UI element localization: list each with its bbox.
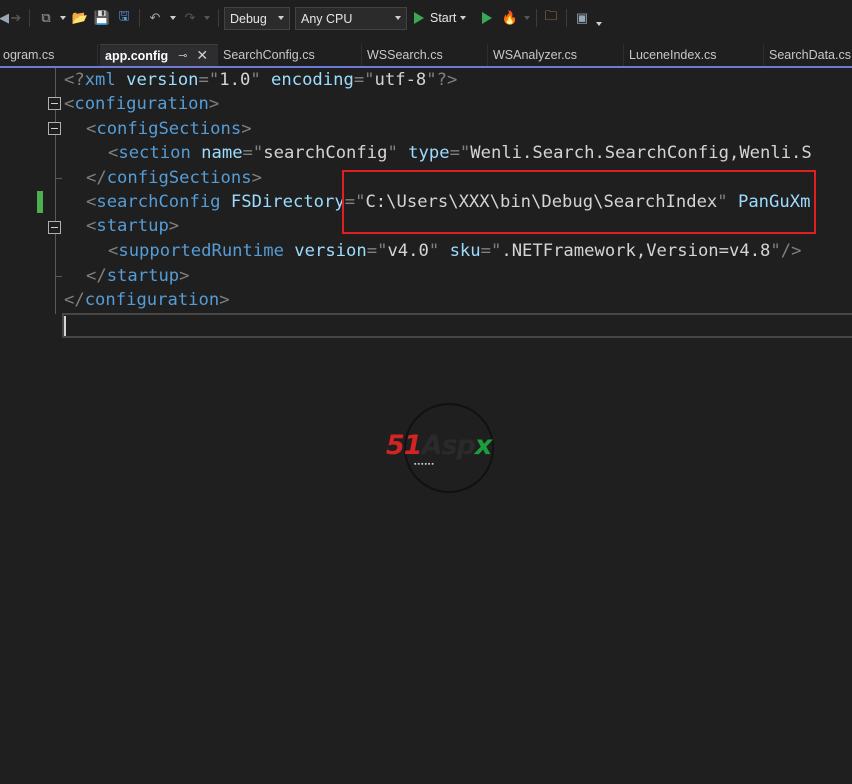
hot-reload-icon[interactable]: 🔥 — [500, 6, 520, 30]
code-line-3: <configSections> — [86, 119, 252, 139]
code-line-7: <startup> — [86, 216, 180, 236]
new-project-icon[interactable]: ⧉ — [36, 6, 56, 30]
code-line-4: <section name="searchConfig" type="Wenli… — [108, 143, 812, 163]
hot-reload-dropdown[interactable] — [520, 6, 530, 30]
redo-icon[interactable]: ↷ — [180, 6, 200, 30]
toolbar-overflow-button[interactable] — [592, 12, 602, 36]
toolbar-separator — [566, 9, 567, 27]
code-line-5: </configSections> — [86, 168, 262, 188]
tab-label: SearchConfig.cs — [223, 48, 315, 62]
current-line-highlight — [62, 313, 852, 338]
pin-icon[interactable]: ⊸ — [178, 49, 187, 62]
chevron-down-icon — [204, 16, 210, 20]
start-without-debugging-icon[interactable] — [482, 12, 492, 24]
tab-searchdata-cs[interactable]: SearchData.cs — [764, 44, 852, 66]
play-icon — [414, 12, 424, 24]
toolbar-separator — [218, 9, 219, 27]
annotation-highlight-box — [342, 170, 816, 234]
chevron-down-icon — [278, 16, 284, 20]
tab-label: SearchData.cs — [769, 48, 851, 62]
code-line-1: <?xml version="1.0" encoding="utf-8"?> — [64, 70, 458, 90]
tab-wssearch-cs[interactable]: WSSearch.cs — [362, 44, 488, 66]
watermark-logo: 51Aspx ▪▪▪▪▪▪ — [386, 403, 512, 493]
tab-label: WSSearch.cs — [367, 48, 443, 62]
solution-platform-select[interactable]: Any CPU — [295, 7, 407, 30]
chevron-down-icon — [60, 16, 66, 20]
code-line-2: <configuration> — [64, 94, 220, 114]
toolbar-separator — [139, 9, 140, 27]
tab-wsanalyzer-cs[interactable]: WSAnalyzer.cs — [488, 44, 624, 66]
window-layout-icon[interactable]: ▣ — [572, 6, 592, 30]
watermark-text: 51Aspx — [386, 430, 492, 461]
start-label: Start — [430, 11, 457, 25]
tab-label: LuceneIndex.cs — [629, 48, 717, 62]
redo-dropdown[interactable] — [200, 6, 210, 30]
open-folder-icon[interactable]: 📂 — [70, 6, 90, 30]
tab-searchconfig-cs[interactable]: SearchConfig.cs — [218, 44, 362, 66]
undo-dropdown[interactable] — [166, 6, 176, 30]
toolbar: ◀ ➔ ⧉ 📂 💾 🖫 ↶ ↷ Debug Any CPU Start 🔥 🗀 … — [0, 0, 852, 38]
close-icon[interactable]: ✕ — [196, 47, 208, 64]
chevron-down-icon — [524, 16, 530, 20]
change-tracking-mark — [37, 191, 43, 213]
collapse-configuration-icon[interactable] — [48, 97, 61, 110]
outline-end — [55, 178, 62, 179]
tab-label: ogram.cs — [3, 48, 55, 62]
code-line-8: <supportedRuntime version="v4.0" sku=".N… — [108, 241, 802, 261]
start-button[interactable]: Start — [414, 6, 467, 30]
toolbar-separator — [536, 9, 537, 27]
code-line-10: </configuration> — [64, 290, 230, 310]
chevron-down-icon — [460, 16, 467, 20]
navigate-forward-icon[interactable]: ➔ — [6, 6, 26, 30]
document-tab-bar: ogram.cs app.config ⊸ ✕ SearchConfig.cs … — [0, 44, 852, 68]
toolbar-separator — [29, 9, 30, 27]
collapse-startup-icon[interactable] — [48, 221, 61, 234]
tab-app-config[interactable]: app.config ⊸ ✕ — [100, 44, 218, 66]
text-cursor — [64, 316, 66, 336]
outline-end — [55, 276, 62, 277]
chevron-down-icon — [170, 16, 176, 20]
tab-label: WSAnalyzer.cs — [493, 48, 578, 62]
undo-icon[interactable]: ↶ — [145, 6, 165, 30]
new-project-dropdown[interactable] — [56, 6, 66, 30]
platform-value: Any CPU — [301, 11, 353, 26]
collapse-configsections-icon[interactable] — [48, 122, 61, 135]
configuration-value: Debug — [230, 11, 267, 26]
save-icon[interactable]: 💾 — [92, 6, 112, 30]
tab-program-cs[interactable]: ogram.cs — [0, 44, 98, 66]
chevron-down-icon — [395, 16, 401, 20]
tab-label: app.config — [105, 48, 169, 63]
tab-luceneindex-cs[interactable]: LuceneIndex.cs — [624, 44, 764, 66]
browse-folder-icon[interactable]: 🗀 — [541, 6, 561, 30]
save-all-icon[interactable]: 🖫 — [114, 6, 134, 30]
watermark-subtext: ▪▪▪▪▪▪ — [414, 461, 435, 468]
code-line-9: </startup> — [86, 266, 190, 286]
chevron-down-icon — [596, 22, 602, 26]
solution-configuration-select[interactable]: Debug — [224, 7, 290, 30]
